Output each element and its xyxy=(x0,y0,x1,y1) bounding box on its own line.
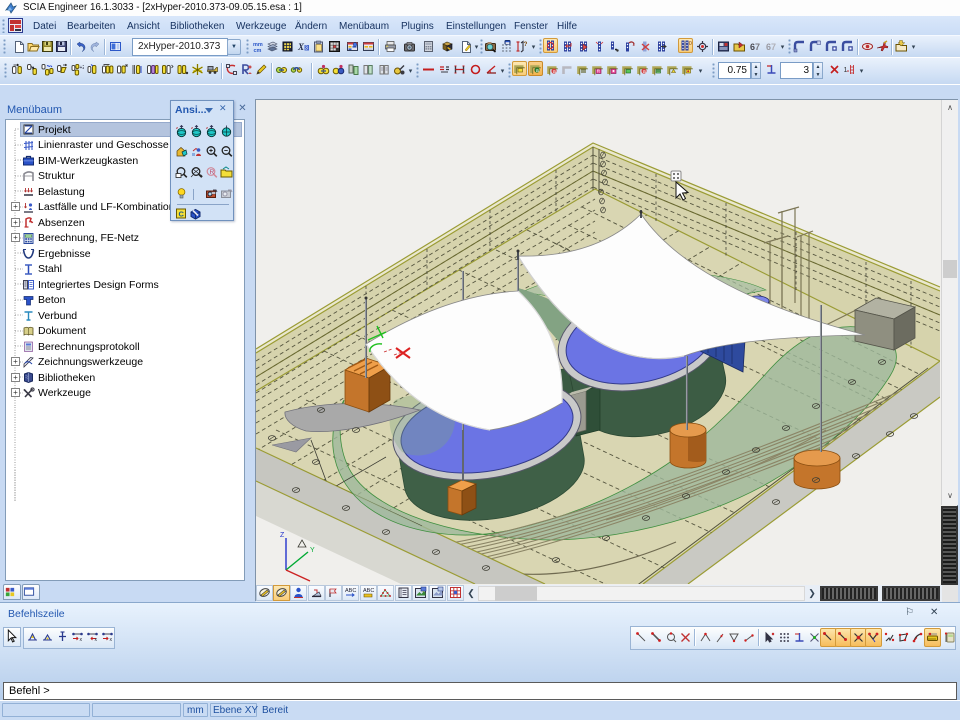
svg-text:+2: +2 xyxy=(80,65,85,71)
svg-text:R: R xyxy=(210,169,215,176)
svg-text:z: z xyxy=(191,125,193,130)
svg-text:Z: Z xyxy=(280,532,285,539)
svg-text:1: 1 xyxy=(844,67,848,74)
svg-text:X: X xyxy=(297,42,305,52)
svg-text:C: C xyxy=(179,210,185,219)
svg-text:Y: Y xyxy=(310,547,315,554)
svg-text:7: 7 xyxy=(755,42,760,52)
svg-text:cm: cm xyxy=(254,48,262,53)
svg-text:x: x xyxy=(110,637,113,643)
svg-text:ABC: ABC xyxy=(345,588,356,594)
svg-text:0: 0 xyxy=(689,41,692,47)
svg-text:3: 3 xyxy=(305,46,308,52)
svg-text:z: z xyxy=(206,125,208,130)
svg-text:x: x xyxy=(80,637,83,643)
svg-text:z: z xyxy=(176,125,178,130)
svg-text:?: ? xyxy=(524,41,528,48)
svg-text:ABC: ABC xyxy=(363,588,374,594)
svg-text:7: 7 xyxy=(771,42,776,52)
svg-text:x: x xyxy=(95,637,98,643)
